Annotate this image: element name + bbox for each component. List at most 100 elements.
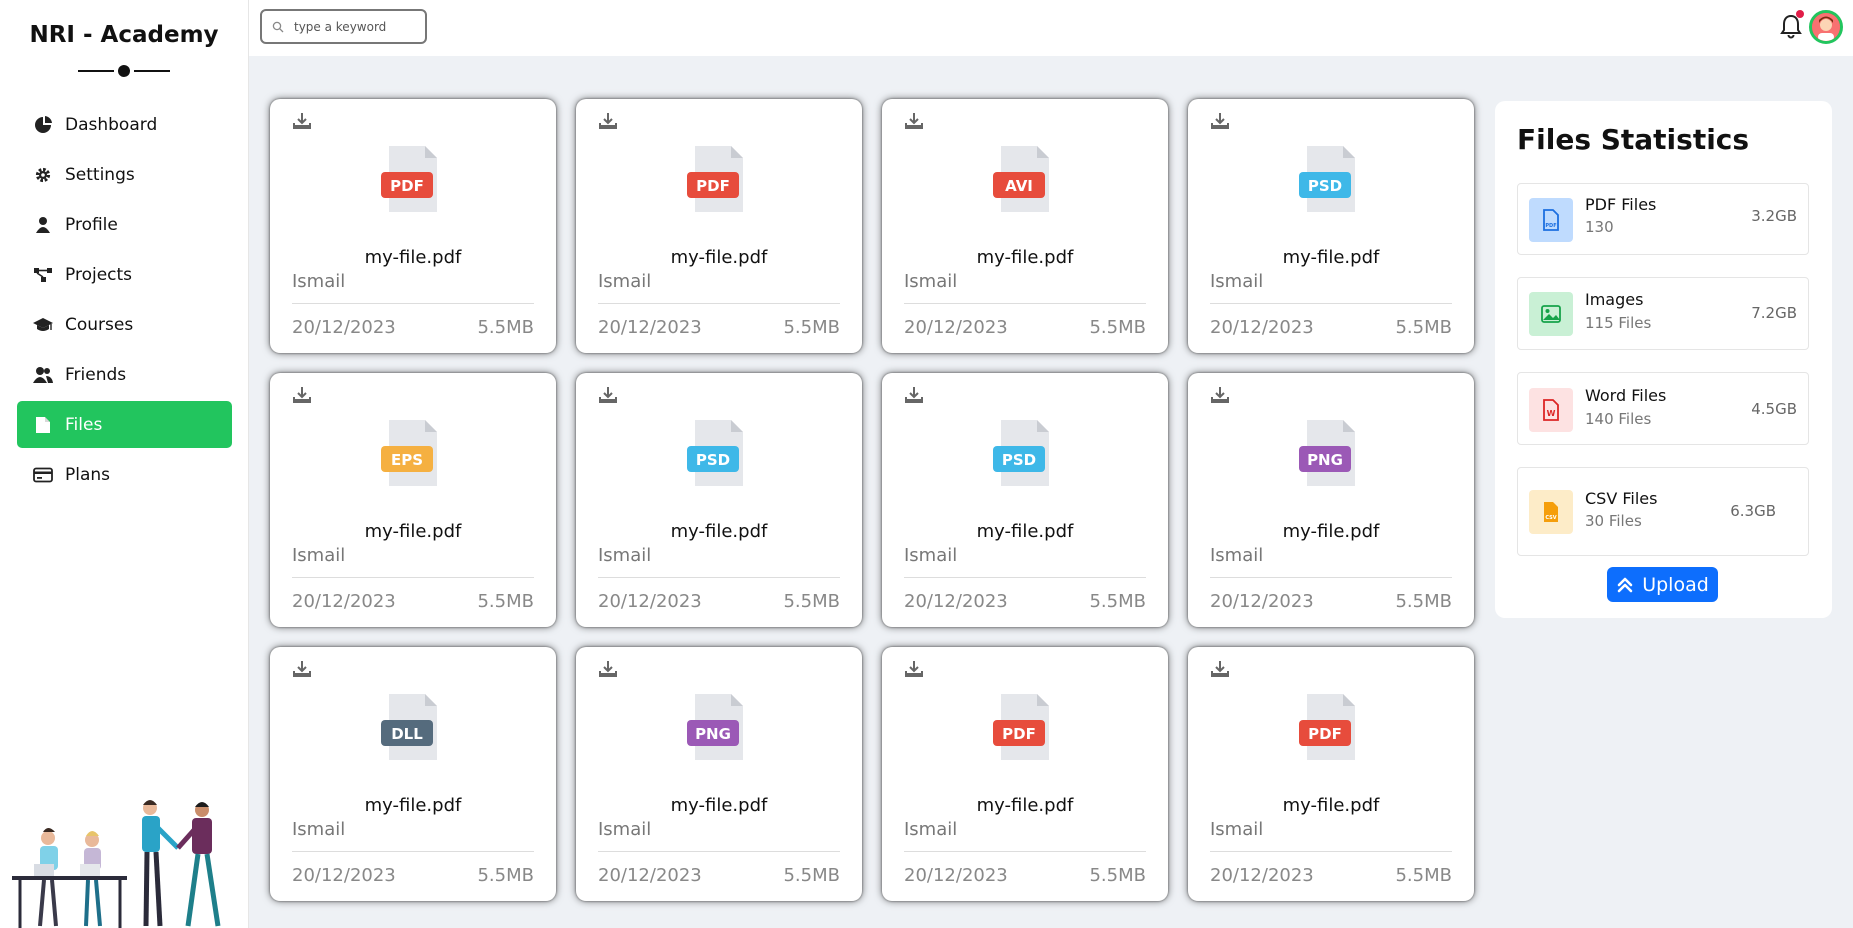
stat-size: 6.3GB — [1730, 502, 1776, 520]
sidebar-item-settings[interactable]: Settings — [17, 151, 232, 198]
download-icon[interactable] — [1210, 111, 1230, 131]
graduation-cap-icon — [33, 315, 53, 335]
stat-item-images[interactable]: Images 115 Files 7.2GB — [1517, 277, 1809, 350]
file-name: my-file.pdf — [670, 521, 768, 542]
download-icon[interactable] — [1210, 385, 1230, 405]
file-type-label: PNG — [695, 725, 731, 743]
file-date: 20/12/2023 — [1210, 865, 1314, 886]
divider — [1210, 851, 1452, 852]
download-icon[interactable] — [292, 385, 312, 405]
stat-title: Images — [1585, 290, 1644, 309]
double-chevron-up-icon — [1616, 576, 1634, 594]
file-type-label: AVI — [1005, 177, 1033, 195]
file-card[interactable]: PDF my-file.pdf Ismail 20/12/2023 5.5MB — [1188, 647, 1474, 901]
sidebar-item-label: Courses — [65, 314, 134, 335]
stat-count: 130 — [1585, 218, 1614, 236]
file-date: 20/12/2023 — [292, 591, 396, 612]
stat-item-csv-files[interactable]: CSV CSV Files 30 Files 6.3GB — [1517, 467, 1809, 556]
file-size: 5.5MB — [783, 865, 840, 886]
file-card[interactable]: PDF my-file.pdf Ismail 20/12/2023 5.5MB — [882, 647, 1168, 901]
download-icon[interactable] — [598, 659, 618, 679]
download-icon[interactable] — [904, 385, 924, 405]
file-date: 20/12/2023 — [904, 865, 1008, 886]
sidebar-item-plans[interactable]: Plans — [17, 451, 232, 498]
file-card[interactable]: PNG my-file.pdf Ismail 20/12/2023 5.5MB — [576, 647, 862, 901]
search-box[interactable] — [260, 9, 427, 44]
image-icon — [1529, 292, 1573, 336]
file-name: my-file.pdf — [364, 247, 462, 268]
file-size: 5.5MB — [1395, 865, 1452, 886]
sidebar-item-files[interactable]: Files — [17, 401, 232, 448]
svg-text:PDF: PDF — [1545, 223, 1556, 229]
file-name: my-file.pdf — [1282, 521, 1380, 542]
file-type-label: PSD — [696, 451, 730, 469]
file-owner: Ismail — [1210, 819, 1264, 840]
file-card[interactable]: PSD my-file.pdf Ismail 20/12/2023 5.5MB — [882, 373, 1168, 627]
divider — [292, 851, 534, 852]
download-icon[interactable] — [598, 111, 618, 131]
file-name: my-file.pdf — [976, 521, 1074, 542]
file-owner: Ismail — [292, 819, 346, 840]
stat-item-word-files[interactable]: W Word Files 140 Files 4.5GB — [1517, 372, 1809, 445]
sidebar-item-label: Dashboard — [65, 114, 158, 135]
sidebar-item-friends[interactable]: Friends — [17, 351, 232, 398]
avatar[interactable] — [1809, 10, 1843, 44]
download-icon[interactable] — [904, 659, 924, 679]
divider — [1210, 303, 1452, 304]
download-icon[interactable] — [292, 659, 312, 679]
sidebar-item-label: Files — [65, 414, 103, 435]
file-type-label: PDF — [1002, 725, 1036, 743]
file-card[interactable]: PDF my-file.pdf Ismail 20/12/2023 5.5MB — [576, 99, 862, 353]
diagram-icon — [33, 265, 53, 285]
file-card[interactable]: DLL my-file.pdf Ismail 20/12/2023 5.5MB — [270, 647, 556, 901]
file-card[interactable]: PSD my-file.pdf Ismail 20/12/2023 5.5MB — [1188, 99, 1474, 353]
file-date: 20/12/2023 — [292, 865, 396, 886]
stat-size: 3.2GB — [1751, 207, 1797, 225]
upload-button[interactable]: Upload — [1607, 567, 1718, 602]
divider — [904, 577, 1146, 578]
stat-title: CSV Files — [1585, 489, 1658, 508]
file-owner: Ismail — [904, 271, 958, 292]
users-icon — [33, 365, 53, 385]
divider — [598, 577, 840, 578]
user-avatar-icon — [1812, 13, 1840, 41]
download-icon[interactable] — [598, 385, 618, 405]
file-type-icon: EPS — [381, 420, 437, 486]
search-input[interactable] — [294, 19, 414, 34]
sidebar-item-label: Plans — [65, 464, 111, 485]
team-illustration — [12, 800, 221, 928]
file-size: 5.5MB — [783, 317, 840, 338]
divider — [292, 577, 534, 578]
pdf-file-icon: PDF — [1529, 198, 1573, 242]
download-icon[interactable] — [292, 111, 312, 131]
sidebar-item-dashboard[interactable]: Dashboard — [17, 101, 232, 148]
svg-text:CSV: CSV — [1545, 515, 1556, 521]
file-type-label: PDF — [1308, 725, 1342, 743]
file-type-icon: PDF — [993, 694, 1049, 760]
download-icon[interactable] — [904, 111, 924, 131]
sidebar-item-courses[interactable]: Courses — [17, 301, 232, 348]
download-icon[interactable] — [1210, 659, 1230, 679]
file-card[interactable]: PSD my-file.pdf Ismail 20/12/2023 5.5MB — [576, 373, 862, 627]
file-type-label: DLL — [391, 725, 423, 743]
file-type-icon: AVI — [993, 146, 1049, 212]
file-card[interactable]: PNG my-file.pdf Ismail 20/12/2023 5.5MB — [1188, 373, 1474, 627]
file-type-icon: PSD — [1299, 146, 1355, 212]
file-date: 20/12/2023 — [904, 317, 1008, 338]
app-title: NRI - Academy — [29, 22, 219, 48]
file-size: 5.5MB — [1089, 865, 1146, 886]
sidebar-nav: Dashboard Settings Profile Projects Courses F… — [17, 101, 232, 501]
file-card[interactable]: EPS my-file.pdf Ismail 20/12/2023 5.5MB — [270, 373, 556, 627]
file-card[interactable]: AVI my-file.pdf Ismail 20/12/2023 5.5MB — [882, 99, 1168, 353]
sidebar-item-projects[interactable]: Projects — [17, 251, 232, 298]
file-type-icon: PDF — [381, 146, 437, 212]
stat-item-pdf-files[interactable]: PDF PDF Files 130 3.2GB — [1517, 183, 1809, 255]
file-date: 20/12/2023 — [598, 591, 702, 612]
file-name: my-file.pdf — [1282, 795, 1380, 816]
top-header — [249, 0, 1853, 56]
file-card[interactable]: PDF my-file.pdf Ismail 20/12/2023 5.5MB — [270, 99, 556, 353]
file-name: my-file.pdf — [1282, 247, 1380, 268]
notification-bell[interactable] — [1779, 10, 1804, 39]
divider — [1210, 577, 1452, 578]
sidebar-item-profile[interactable]: Profile — [17, 201, 232, 248]
